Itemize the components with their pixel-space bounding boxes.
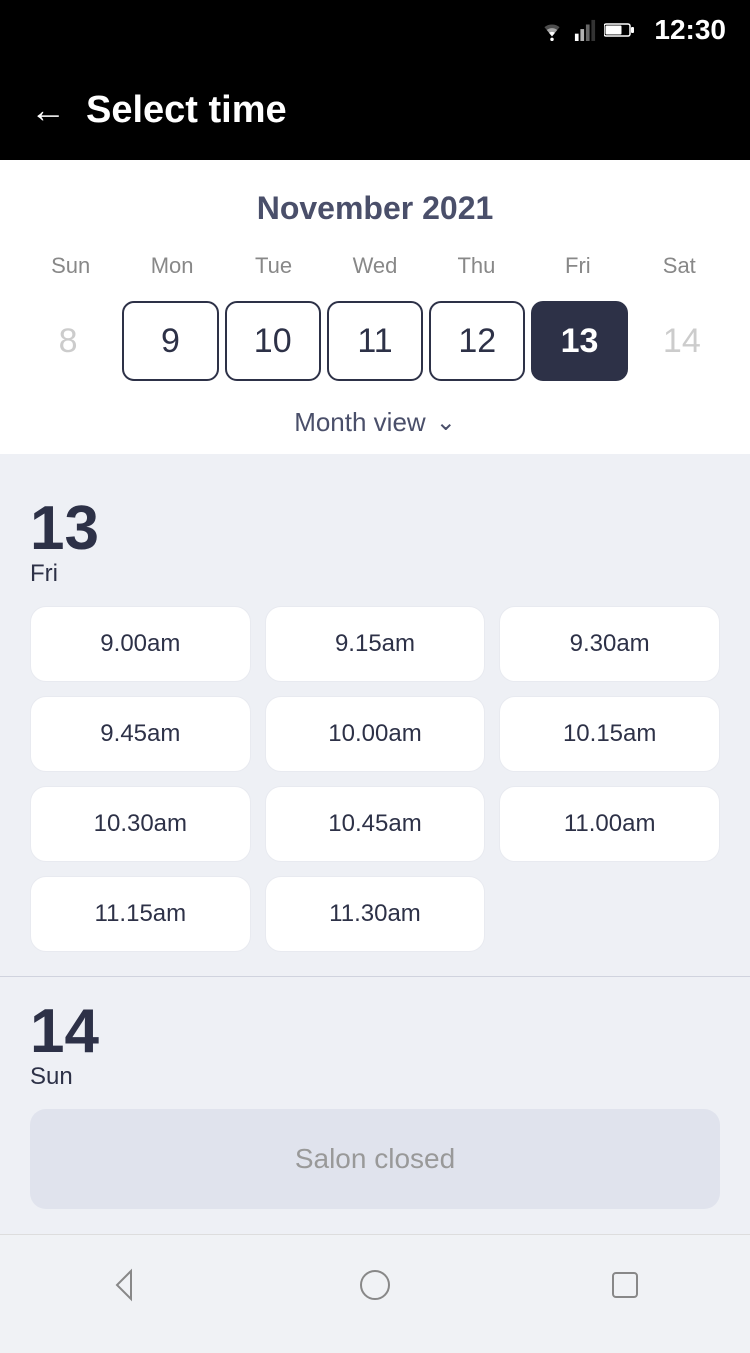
wifi-icon <box>538 19 566 41</box>
time-slot-1045am[interactable]: 10.45am <box>265 786 486 862</box>
time-slot-1030am[interactable]: 10.30am <box>30 786 251 862</box>
page-title: Select time <box>86 89 287 132</box>
time-slot-1000am[interactable]: 10.00am <box>265 696 486 772</box>
status-time: 12:30 <box>654 14 726 46</box>
day-name-13: Fri <box>30 560 58 588</box>
day-name-14: Sun <box>30 1063 73 1091</box>
calendar-section: November 2021 Sun Mon Tue Wed Thu Fri Sa… <box>0 160 750 454</box>
day-section-13: 13 Fri 9.00am 9.15am 9.30am 9.45am 10.00… <box>0 474 750 976</box>
time-slots-13: 9.00am 9.15am 9.30am 9.45am 10.00am 10.1… <box>30 606 720 952</box>
day-headers: Sun Mon Tue Wed Thu Fri Sat <box>20 247 730 285</box>
day-header-wed: Wed <box>324 247 425 285</box>
day-section-14: 14 Sun Salon closed <box>0 976 750 1233</box>
home-nav-button[interactable] <box>345 1255 405 1315</box>
month-view-toggle[interactable]: Month view ⌄ <box>20 387 730 454</box>
day-header-sat: Sat <box>629 247 730 285</box>
salon-closed-label: Salon closed <box>295 1143 455 1175</box>
date-cell-8[interactable]: 8 <box>20 301 116 381</box>
day-header-mon: Mon <box>121 247 222 285</box>
month-label: November 2021 <box>20 190 730 227</box>
bottom-nav <box>0 1234 750 1334</box>
header: ← Select time <box>0 60 750 160</box>
week-dates: 8 9 10 11 12 13 14 <box>20 295 730 387</box>
time-slot-1115am[interactable]: 11.15am <box>30 876 251 952</box>
day-info-14: 14 Sun <box>30 1001 720 1091</box>
date-cell-14[interactable]: 14 <box>634 301 730 381</box>
date-cell-12[interactable]: 12 <box>429 301 525 381</box>
day-header-tue: Tue <box>223 247 324 285</box>
salon-closed-box: Salon closed <box>30 1109 720 1209</box>
status-bar: 12:30 <box>0 0 750 60</box>
signal-icon <box>574 19 596 41</box>
status-icons <box>538 19 634 41</box>
day-header-sun: Sun <box>20 247 121 285</box>
recent-nav-button[interactable] <box>595 1255 655 1315</box>
content-area: 13 Fri 9.00am 9.15am 9.30am 9.45am 10.00… <box>0 454 750 1253</box>
day-number-14: 14 <box>30 1001 99 1063</box>
day-header-fri: Fri <box>527 247 628 285</box>
time-slot-915am[interactable]: 9.15am <box>265 606 486 682</box>
time-slot-945am[interactable]: 9.45am <box>30 696 251 772</box>
chevron-down-icon: ⌄ <box>436 408 456 437</box>
time-slot-1100am[interactable]: 11.00am <box>499 786 720 862</box>
day-info-13: 13 Fri <box>30 498 720 588</box>
time-slot-930am[interactable]: 9.30am <box>499 606 720 682</box>
date-cell-11[interactable]: 11 <box>327 301 423 381</box>
date-cell-9[interactable]: 9 <box>122 301 218 381</box>
time-slot-900am[interactable]: 9.00am <box>30 606 251 682</box>
battery-icon <box>604 21 634 39</box>
month-view-label: Month view <box>294 407 426 438</box>
date-cell-13[interactable]: 13 <box>531 301 627 381</box>
back-nav-button[interactable] <box>95 1255 155 1315</box>
day-number-13: 13 <box>30 498 99 560</box>
day-header-thu: Thu <box>426 247 527 285</box>
date-cell-10[interactable]: 10 <box>225 301 321 381</box>
time-slot-1130am[interactable]: 11.30am <box>265 876 486 952</box>
time-slot-1015am[interactable]: 10.15am <box>499 696 720 772</box>
back-button[interactable]: ← <box>30 89 66 131</box>
